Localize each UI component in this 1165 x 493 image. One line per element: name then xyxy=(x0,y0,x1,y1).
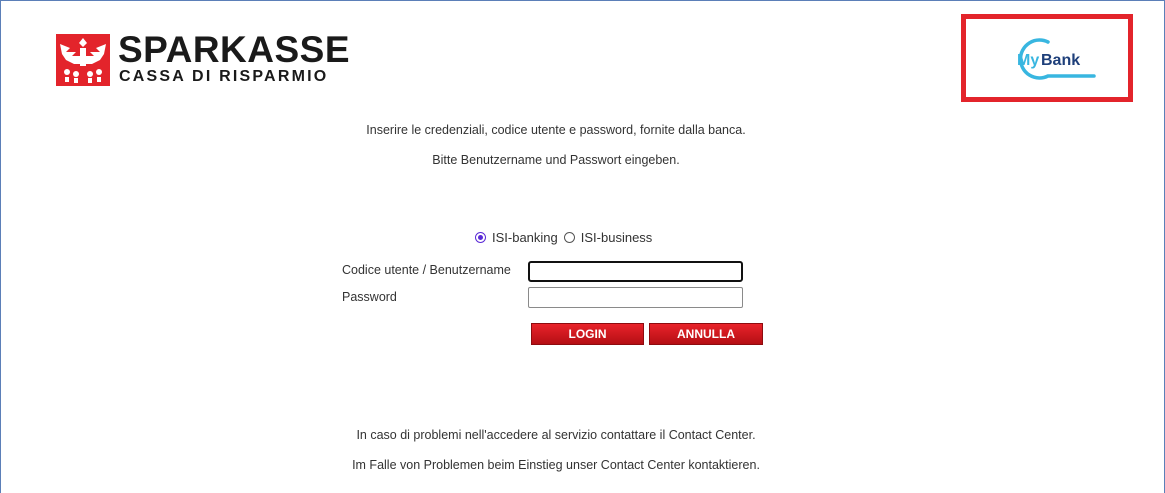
radio-isi-banking-label[interactable]: ISI-banking xyxy=(492,230,558,245)
username-label: Codice utente / Benutzername xyxy=(342,263,511,277)
mybank-logo: My Bank xyxy=(1017,38,1096,80)
cancel-button[interactable]: ANNULLA xyxy=(649,323,763,345)
radio-isi-business[interactable] xyxy=(563,231,575,243)
password-input[interactable] xyxy=(528,287,743,308)
radio-isi-banking[interactable] xyxy=(475,231,486,243)
intro-text-italian: Inserire le credenziali, codice utente e… xyxy=(366,123,746,137)
footer-help-german: Im Falle von Problemen beim Einstieg uns… xyxy=(352,458,760,472)
username-input[interactable] xyxy=(528,261,743,282)
login-type-selector: ISI-banking ISI-business xyxy=(475,228,658,246)
footer-help-italian: In caso di problemi nell'accedere al ser… xyxy=(356,428,756,442)
sparkasse-logo: SPARKASSE CASSA DI RISPARMIO xyxy=(56,29,361,88)
mybank-logo-my: My xyxy=(1017,52,1039,69)
brand-subtitle: CASSA DI RISPARMIO xyxy=(119,68,329,85)
login-button[interactable]: LOGIN xyxy=(531,323,644,345)
brand-name: SPARKASSE xyxy=(118,29,351,70)
intro-text-german: Bitte Benutzername und Passwort eingeben… xyxy=(432,153,680,167)
sparkasse-eagle-icon xyxy=(56,34,110,86)
radio-isi-business-label[interactable]: ISI-business xyxy=(581,230,653,245)
password-label: Password xyxy=(342,290,397,304)
mybank-logo-bank: Bank xyxy=(1041,52,1080,69)
page-frame: SPARKASSE CASSA DI RISPARMIO My Bank Ins… xyxy=(0,0,1165,493)
mybank-highlight-frame: My Bank xyxy=(961,14,1133,102)
